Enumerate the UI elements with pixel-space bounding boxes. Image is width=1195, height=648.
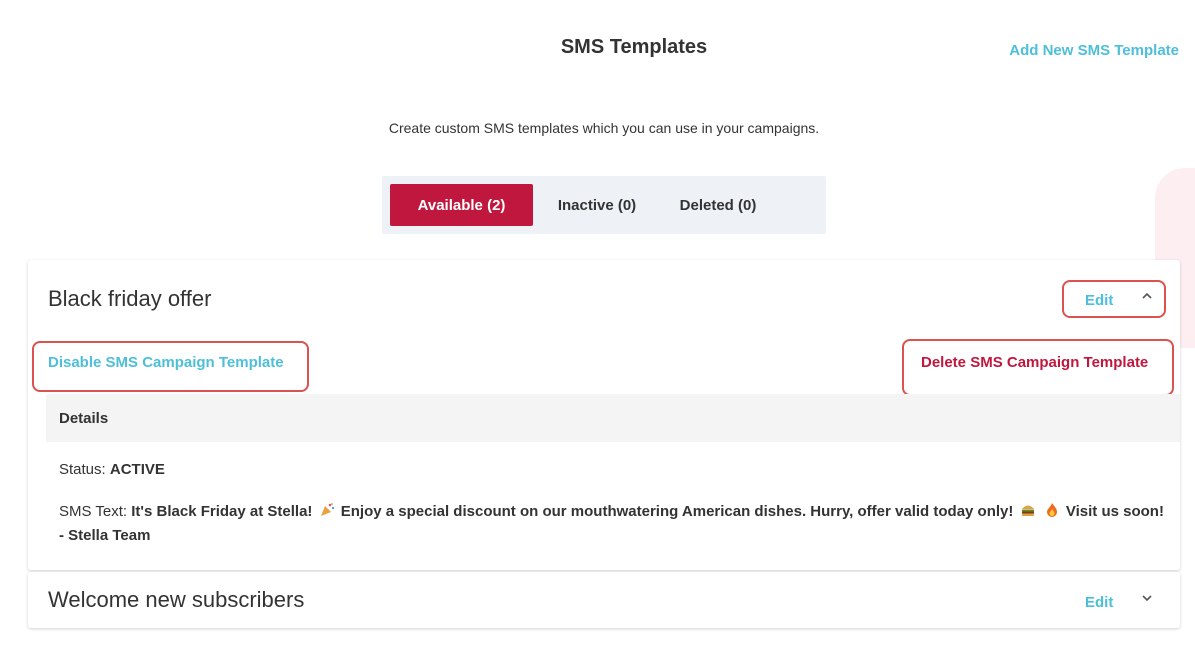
template-title[interactable]: Welcome new subscribers bbox=[48, 587, 304, 613]
tab-inactive[interactable]: Inactive (0) bbox=[533, 184, 661, 226]
sms-text-part2: Enjoy a special discount on our mouthwat… bbox=[340, 503, 1014, 520]
status-row: Status: ACTIVE bbox=[59, 458, 165, 482]
template-card-welcome: Welcome new subscribers Edit bbox=[28, 572, 1180, 628]
status-label: Status: bbox=[59, 461, 106, 478]
edit-template-link[interactable]: Edit bbox=[1085, 292, 1113, 309]
template-card-black-friday: Black friday offer Edit Disable SMS Camp… bbox=[28, 260, 1180, 570]
chevron-down-icon[interactable] bbox=[1141, 592, 1153, 604]
details-header: Details bbox=[46, 394, 1180, 442]
template-title[interactable]: Black friday offer bbox=[48, 286, 211, 312]
fire-icon bbox=[1046, 503, 1057, 517]
sms-text-part1: It's Black Friday at Stella! bbox=[131, 503, 313, 520]
party-popper-icon bbox=[320, 503, 334, 516]
status-value: ACTIVE bbox=[109, 461, 165, 478]
page-subtitle: Create custom SMS templates which you ca… bbox=[388, 120, 820, 136]
chevron-up-icon[interactable] bbox=[1141, 290, 1153, 302]
burger-icon bbox=[1021, 505, 1034, 516]
sms-text-label: SMS Text: bbox=[59, 503, 128, 520]
delete-template-link[interactable]: Delete SMS Campaign Template bbox=[921, 354, 1148, 371]
status-tabs: Available (2) Inactive (0) Deleted (0) bbox=[382, 176, 826, 234]
edit-template-link[interactable]: Edit bbox=[1085, 594, 1113, 611]
add-new-template-link[interactable]: Add New SMS Template bbox=[1009, 42, 1179, 59]
tab-available[interactable]: Available (2) bbox=[390, 184, 533, 226]
tab-deleted[interactable]: Deleted (0) bbox=[661, 184, 775, 226]
sms-text-row: SMS Text: It's Black Friday at Stella! E… bbox=[59, 500, 1169, 548]
disable-template-link[interactable]: Disable SMS Campaign Template bbox=[48, 354, 284, 371]
